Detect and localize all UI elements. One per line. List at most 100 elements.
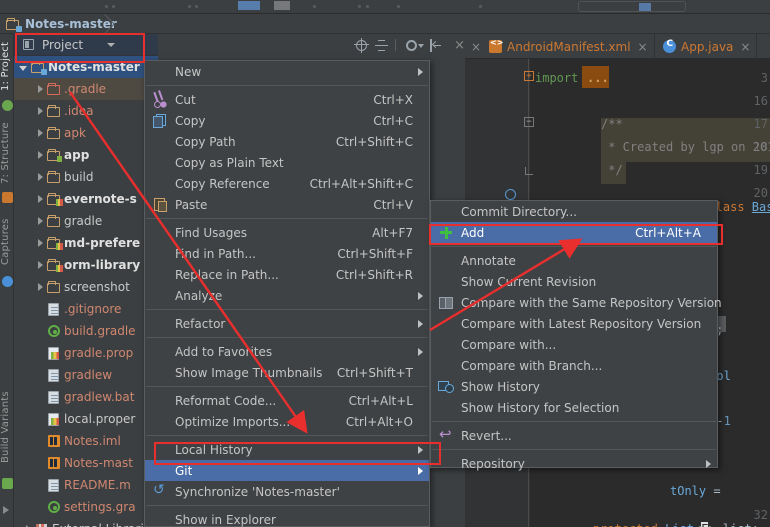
target-locate-icon[interactable] [354, 37, 369, 53]
tree-node-screenshot[interactable]: screenshot [14, 276, 158, 298]
line-number: 17 [753, 117, 768, 131]
tree-node-orm-library[interactable]: orm-library [14, 254, 158, 276]
menu-item-paste[interactable]: Paste Ctrl+V [145, 194, 429, 215]
tree-node-readme-m[interactable]: README.m [14, 474, 158, 496]
module-bars-icon [47, 236, 63, 250]
tree-node-app[interactable]: app [14, 144, 158, 166]
menu-item-copy-path[interactable]: Copy Path Ctrl+Shift+C [145, 131, 429, 152]
chevron-right-icon[interactable] [38, 239, 43, 247]
chevron-down-icon[interactable] [107, 42, 116, 47]
menu-item-show-history[interactable]: Show History [431, 376, 717, 397]
menu-item-copy[interactable]: Copy Ctrl+C [145, 110, 429, 131]
menu-item-synchronize-notes-master[interactable]: Synchronize 'Notes-master' [145, 481, 429, 502]
chevron-right-icon[interactable] [38, 173, 43, 181]
close-icon[interactable]: × [740, 40, 750, 54]
chevron-right-icon[interactable] [38, 217, 43, 225]
menu-item-compare-with-the-same-repository-version[interactable]: Compare with the Same Repository Version [431, 292, 722, 313]
menu-item-new[interactable]: New [145, 61, 429, 82]
history-icon [438, 379, 454, 394]
tree-node-gradle-prop[interactable]: gradle.prop [14, 342, 158, 364]
menu-item-find-usages[interactable]: Find Usages Alt+F7 [145, 222, 429, 243]
project-context-menu[interactable]: New Cut Ctrl+X Copy Ctrl+C Copy Path Ctrl+Shif… [144, 60, 430, 527]
sidebar-item-captures[interactable]: Captures [0, 214, 14, 270]
menu-item-reformat-code[interactable]: Reformat Code... Ctrl+Alt+L [145, 390, 429, 411]
menu-item-git[interactable]: Git [145, 460, 429, 481]
project-view-header[interactable]: Project [14, 34, 158, 56]
fold-expand-icon[interactable]: + [524, 71, 534, 81]
menu-item-copy-as-plain-text[interactable]: Copy as Plain Text [145, 152, 429, 173]
menu-item-label: Add [461, 225, 485, 240]
menu-item-compare-with-branch[interactable]: Compare with Branch... [431, 355, 717, 376]
menu-item-commit-directory[interactable]: Commit Directory... [431, 201, 717, 222]
tree-node-gradlew-bat[interactable]: gradlew.bat [14, 386, 158, 408]
project-panel-toolbar[interactable]: × [354, 36, 465, 54]
fold-collapse-icon[interactable]: − [524, 117, 534, 127]
chevron-right-icon[interactable] [38, 283, 43, 291]
menu-item-add[interactable]: Add Ctrl+Alt+A [431, 222, 717, 243]
close-icon[interactable]: × [454, 38, 465, 53]
sidebar-item-build-variants[interactable]: Build Variants [0, 384, 14, 470]
menu-item-show-current-revision[interactable]: Show Current Revision [431, 271, 717, 292]
chevron-right-icon[interactable] [38, 129, 43, 137]
override-gutter-icon[interactable] [505, 189, 516, 200]
menu-item-find-in-path[interactable]: Find in Path... Ctrl+Shift+F [145, 243, 429, 264]
menu-item-annotate[interactable]: Annotate [431, 250, 717, 271]
menu-item-revert[interactable]: Revert... [431, 425, 717, 446]
tree-node-gradlew[interactable]: gradlew [14, 364, 158, 386]
chevron-right-icon[interactable] [38, 261, 43, 269]
plus-icon [438, 225, 453, 240]
sidebar-item-project[interactable]: 1: Project [0, 38, 14, 94]
chevron-down-icon[interactable] [19, 65, 27, 71]
menu-separator [146, 309, 428, 310]
tree-node-local-proper[interactable]: local.proper [14, 408, 158, 430]
menu-item-refactor[interactable]: Refactor [145, 313, 429, 334]
menu-item-replace-in-path[interactable]: Replace in Path... Ctrl+Shift+R [145, 264, 429, 285]
folded-import-ellipsis[interactable]: ... [587, 71, 609, 85]
menu-item-analyze[interactable]: Analyze [145, 285, 429, 306]
menu-item-optimize-imports[interactable]: Optimize Imports... Ctrl+Alt+O [145, 411, 429, 432]
close-icon[interactable]: × [638, 40, 648, 54]
tree-node-notes-master[interactable]: Notes-master [14, 56, 158, 78]
module-folder-icon [31, 60, 47, 75]
menu-item-local-history[interactable]: Local History [145, 439, 429, 460]
chevron-right-icon[interactable] [38, 151, 43, 159]
hide-panel-icon[interactable] [429, 38, 441, 52]
chevron-right-icon[interactable] [38, 107, 43, 115]
project-tree[interactable]: Notes-master .gradle .idea apk app build evern… [14, 56, 158, 527]
chevron-right-icon[interactable] [38, 195, 43, 203]
menu-item-compare-with-latest-repository-version[interactable]: Compare with Latest Repository Version [431, 313, 717, 334]
tree-node-notes-iml[interactable]: Notes.iml [14, 430, 158, 452]
chevron-right-icon[interactable] [38, 85, 43, 93]
menu-item-add-to-favorites[interactable]: Add to Favorites [145, 341, 429, 362]
menu-item-compare-with[interactable]: Compare with... [431, 334, 717, 355]
tree-node-gitignore[interactable]: .gitignore [14, 298, 158, 320]
tree-node-external-librari[interactable]: External Librari [14, 518, 158, 527]
menu-item-repository[interactable]: Repository [431, 453, 717, 474]
tree-node-apk[interactable]: apk [14, 122, 158, 144]
expand-arrow-icon[interactable] [3, 506, 9, 514]
tree-node-build[interactable]: build [14, 166, 158, 188]
menu-item-show-in-explorer[interactable]: Show in Explorer [145, 509, 429, 527]
main-toolbar[interactable] [0, 0, 770, 14]
tree-node-idea[interactable]: .idea [14, 100, 158, 122]
tab-next[interactable] [765, 34, 770, 59]
editor-tab-bar: × AndroidManifest.xml × App.java × [465, 34, 770, 59]
settings-gear-icon[interactable] [405, 39, 425, 52]
menu-item-label: New [175, 64, 202, 79]
tree-node-settings-gra[interactable]: settings.gra [14, 496, 158, 518]
menu-item-cut[interactable]: Cut Ctrl+X [145, 89, 429, 110]
tree-node-notes-mast[interactable]: Notes-mast [14, 452, 158, 474]
tree-node-build-gradle[interactable]: build.gradle [14, 320, 158, 342]
menu-item-show-history-for-selection[interactable]: Show History for Selection [431, 397, 717, 418]
tab-app-java[interactable]: App.java × [657, 34, 758, 59]
tree-node-gradle[interactable]: gradle [14, 210, 158, 232]
menu-item-copy-reference[interactable]: Copy Reference Ctrl+Alt+Shift+C [145, 173, 429, 194]
tree-node-md-prefere[interactable]: md-prefere [14, 232, 158, 254]
collapse-all-icon[interactable] [375, 39, 389, 52]
tree-node-gradle[interactable]: .gradle [14, 78, 158, 100]
tab-androidmanifest-xml[interactable]: AndroidManifest.xml × [483, 34, 655, 59]
sidebar-item-structure[interactable]: 7: Structure [0, 120, 14, 186]
git-submenu[interactable]: Commit Directory... Add Ctrl+Alt+A Annotate… [430, 200, 722, 471]
tree-node-evernote-s[interactable]: evernote-s [14, 188, 158, 210]
menu-item-show-image-thumbnails[interactable]: Show Image Thumbnails Ctrl+Shift+T [145, 362, 429, 383]
